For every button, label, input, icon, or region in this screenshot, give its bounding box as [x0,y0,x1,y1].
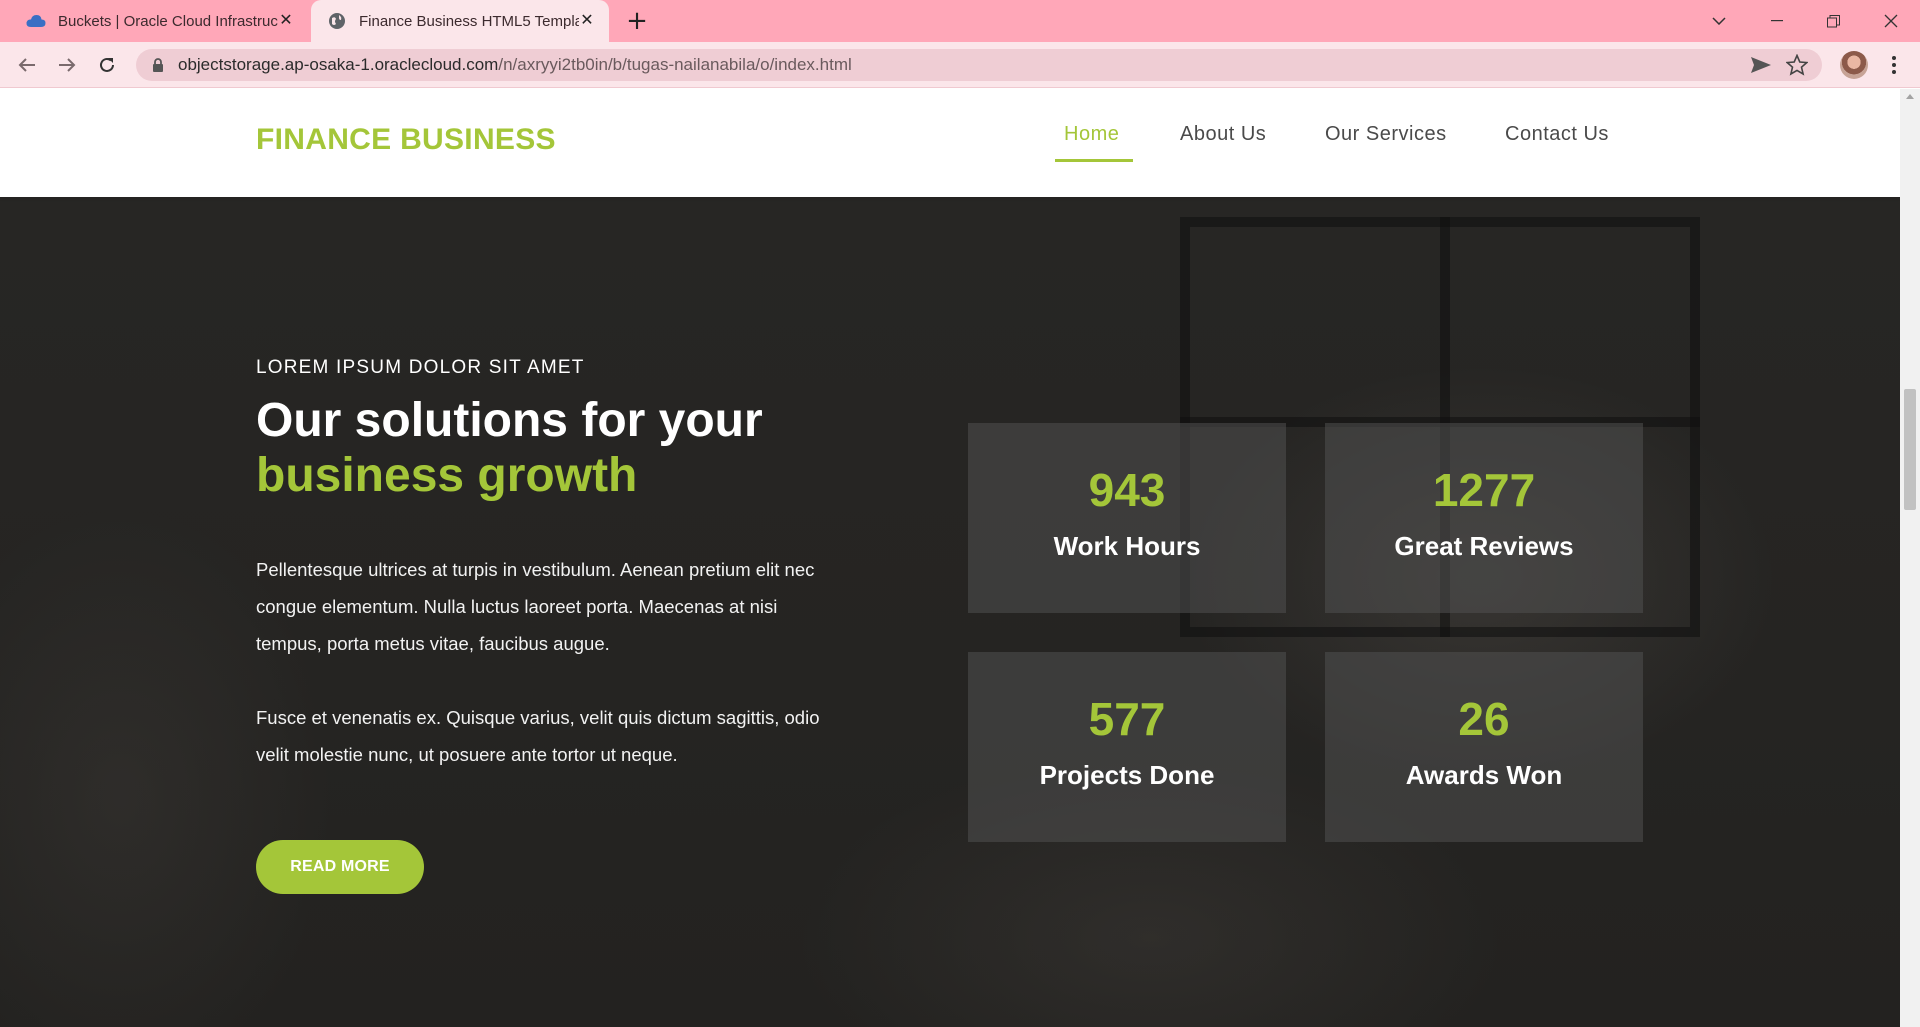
minimize-icon [1771,20,1783,22]
site-header: FINANCE BUSINESS Home About Us Our Servi… [0,89,1900,197]
address-bar[interactable]: objectstorage.ap-osaka-1.oraclecloud.com… [136,49,1822,81]
lock-icon[interactable] [150,57,166,73]
hero-paragraph-1: Pellentesque ultrices at turpis in vesti… [256,551,876,662]
stat-label: Great Reviews [1394,531,1574,561]
reload-button[interactable] [92,50,122,80]
stat-label: Awards Won [1405,760,1563,790]
close-icon [1884,14,1898,28]
url-host: objectstorage.ap-osaka-1.oraclecloud.com [178,55,499,74]
browser-tab-buckets[interactable]: Buckets | Oracle Cloud Infrastructure ✕ [8,0,308,42]
forward-icon [59,58,76,72]
restore-button[interactable] [1810,0,1856,42]
site-logo[interactable]: FINANCE BUSINESS [256,123,556,157]
stat-value: 577 [1088,693,1166,745]
forward-button[interactable] [52,50,82,80]
page-scrollbar[interactable] [1900,89,1920,1027]
browser-tab-finance[interactable]: Finance Business HTML5 Template ✕ [311,0,609,42]
chevron-down-icon [1712,17,1726,25]
hero-paragraph-2: Fusce et venenatis ex. Quisque varius, v… [256,699,876,773]
browser-tab-strip: Buckets | Oracle Cloud Infrastructure ✕ … [0,0,1920,42]
star-icon[interactable] [1786,54,1808,76]
tab-search-button[interactable] [1696,0,1742,42]
close-window-button[interactable] [1868,0,1914,42]
stat-label: Work Hours [1053,531,1201,561]
close-tab-icon[interactable]: ✕ [276,11,296,31]
paragraph-line: Fusce et venenatis ex. Quisque varius, v… [256,707,820,728]
nav-active-underline [1055,159,1133,162]
headline-line-1: Our solutions for your [256,394,763,447]
menu-icon[interactable] [1884,50,1904,80]
restore-icon [1826,14,1840,27]
nav-our-services[interactable]: Our Services [1325,123,1447,146]
cloud-icon [26,11,46,31]
paragraph-line: Pellentesque ultrices at turpis in vesti… [256,559,815,580]
stat-value: 1277 [1432,464,1536,516]
url-path: /n/axryyi2tb0in/b/tugas-nailanabila/o/in… [498,55,852,74]
minimize-button[interactable] [1754,0,1800,42]
close-tab-icon[interactable]: ✕ [577,11,597,31]
headline-line-2: business growth [256,449,638,502]
nav-home[interactable]: Home [1064,123,1119,146]
stat-card-great-reviews: 1277 Great Reviews [1325,423,1643,613]
reload-icon [100,57,114,72]
hero-kicker: LOREM IPSUM DOLOR SIT AMET [256,357,585,378]
send-icon[interactable] [1750,55,1772,75]
stat-label: Projects Done [1039,760,1215,790]
back-icon [18,58,35,72]
stat-card-awards-won: 26 Awards Won [1325,652,1643,842]
back-button[interactable] [12,50,42,80]
nav-contact-us[interactable]: Contact Us [1505,123,1609,146]
page-viewport: FINANCE BUSINESS Home About Us Our Servi… [0,89,1900,1027]
stat-card-projects-done: 577 Projects Done [968,652,1286,842]
tab-title: Buckets | Oracle Cloud Infrastructure [58,12,278,30]
nav-about-us[interactable]: About Us [1180,123,1266,146]
browser-toolbar: objectstorage.ap-osaka-1.oraclecloud.com… [0,42,1920,88]
scrollbar-thumb[interactable] [1904,389,1916,510]
paragraph-line: tempus, porta metus vitae, faucibus augu… [256,633,610,654]
scroll-up-arrow-icon[interactable] [1906,94,1914,99]
url-text[interactable]: objectstorage.ap-osaka-1.oraclecloud.com… [178,49,852,81]
read-more-button[interactable]: READ MORE [256,840,424,894]
globe-icon [327,11,347,31]
tab-title: Finance Business HTML5 Template [359,12,579,30]
hero-headline: Our solutions for your business growth [256,393,763,503]
paragraph-line: velit molestie nunc, ut posuere ante tor… [256,744,678,765]
new-tab-button[interactable]: + [622,6,652,36]
paragraph-line: congue elementum. Nulla luctus laoreet p… [256,596,778,617]
profile-avatar[interactable] [1840,51,1868,79]
stat-value: 943 [1088,464,1166,516]
stat-value: 26 [1458,693,1510,745]
stat-card-work-hours: 943 Work Hours [968,423,1286,613]
